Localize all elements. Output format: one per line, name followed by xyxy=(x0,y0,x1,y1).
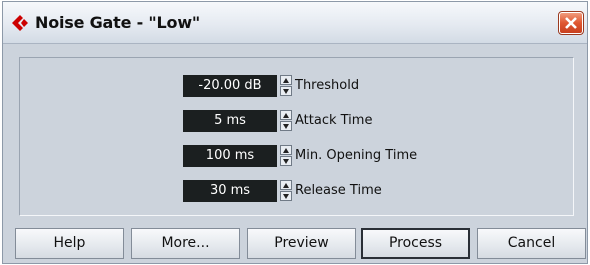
release-time-label: Release Time xyxy=(295,183,382,198)
release-time-spinner xyxy=(280,180,292,202)
min-opening-time-decrement-button[interactable] xyxy=(280,156,292,166)
min-opening-time-increment-button[interactable] xyxy=(280,145,292,155)
threshold-field[interactable]: -20.00 dB xyxy=(183,75,277,97)
min-opening-time-label: Min. Opening Time xyxy=(295,148,418,163)
attack-time-field[interactable]: 5 ms xyxy=(183,110,277,132)
preview-button[interactable]: Preview xyxy=(247,228,356,259)
process-button[interactable]: Process xyxy=(361,228,470,259)
attack-time-decrement-button[interactable] xyxy=(280,121,292,131)
threshold-label: Threshold xyxy=(295,78,360,93)
release-time-field[interactable]: 30 ms xyxy=(183,180,277,202)
cubase-logo-icon xyxy=(11,14,29,32)
title-bar[interactable]: Noise Gate - "Low" xyxy=(3,2,587,44)
attack-time-label: Attack Time xyxy=(295,113,373,128)
threshold-spinner xyxy=(280,75,292,97)
min-opening-time-spinner xyxy=(280,145,292,167)
close-button[interactable] xyxy=(558,11,584,35)
parameters-panel: -20.00 dB Threshold 5 ms Attack Time 100… xyxy=(19,57,574,216)
threshold-increment-button[interactable] xyxy=(280,75,292,85)
help-button[interactable]: Help xyxy=(15,228,124,259)
min-opening-time-field[interactable]: 100 ms xyxy=(183,145,277,167)
release-time-increment-button[interactable] xyxy=(280,180,292,190)
cancel-button[interactable]: Cancel xyxy=(477,228,586,259)
noise-gate-dialog: Noise Gate - "Low" -20.00 dB Threshold 5… xyxy=(2,1,588,264)
release-time-decrement-button[interactable] xyxy=(280,191,292,201)
attack-time-spinner xyxy=(280,110,292,132)
attack-time-increment-button[interactable] xyxy=(280,110,292,120)
window-title: Noise Gate - "Low" xyxy=(35,13,201,32)
threshold-decrement-button[interactable] xyxy=(280,86,292,96)
more-button[interactable]: More... xyxy=(131,228,240,259)
